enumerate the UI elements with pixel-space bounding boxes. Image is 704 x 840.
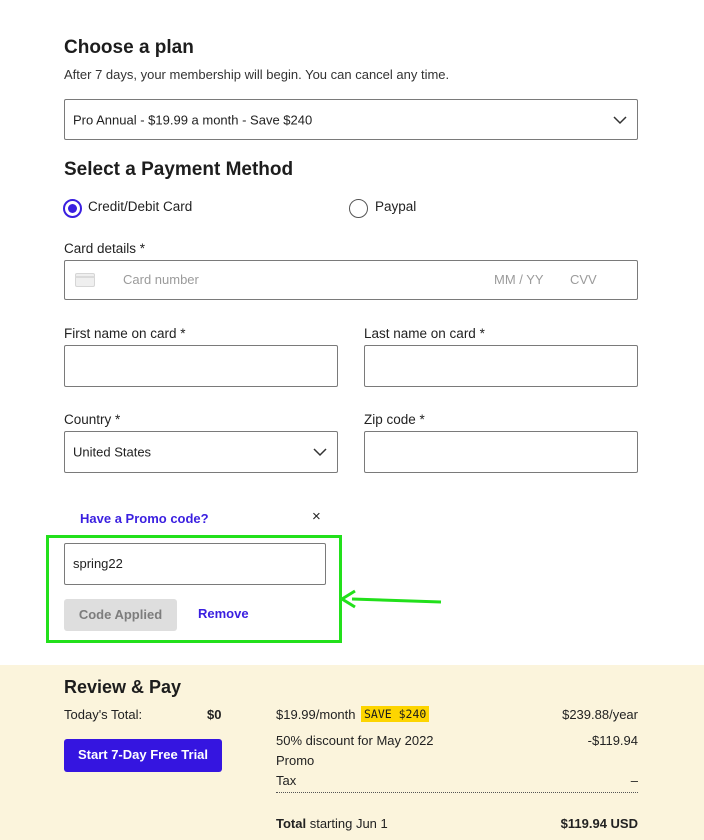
promo-code-link[interactable]: Have a Promo code? (80, 511, 209, 526)
first-name-field[interactable] (64, 345, 338, 387)
save-badge: SAVE $240 (361, 706, 430, 722)
todays-total-value: $0 (207, 707, 222, 722)
card-details-label: Card details * (64, 241, 146, 256)
country-label: Country * (64, 412, 121, 427)
chevron-down-icon (613, 115, 627, 124)
promo-label: Promo (276, 753, 315, 768)
remove-promo-button[interactable]: Remove (198, 606, 249, 621)
total-label-rest: starting Jun 1 (306, 816, 388, 831)
radio-credit-card-label: Credit/Debit Card (88, 199, 193, 214)
radio-credit-card-button[interactable] (63, 199, 82, 218)
card-details-field[interactable]: Card number MM / YY CVV (64, 260, 638, 300)
chevron-down-icon (313, 448, 327, 457)
radio-paypal[interactable]: Paypal (349, 199, 449, 221)
plan-select-value: Pro Annual - $19.99 a month - Save $240 (73, 112, 313, 127)
todays-total-label: Today's Total: (64, 707, 143, 722)
last-name-field[interactable] (364, 345, 638, 387)
first-name-label: First name on card * (64, 326, 186, 341)
plan-subtitle: After 7 days, your membership will begin… (64, 67, 450, 82)
review-heading: Review & Pay (64, 677, 182, 697)
review-section: Review & Pay Today's Total: $0 Start 7-D… (0, 665, 704, 840)
plan-select[interactable]: Pro Annual - $19.99 a month - Save $240 (64, 99, 638, 140)
discount-value: -$119.94 (587, 733, 638, 748)
last-name-label: Last name on card * (364, 326, 485, 341)
radio-credit-card[interactable]: Credit/Debit Card (63, 199, 223, 221)
payment-heading: Select a Payment Method (64, 159, 294, 180)
tax-label: Tax (276, 773, 297, 788)
plan-price-value: $239.88/year (562, 707, 638, 722)
plan-price-line: $19.99/month (276, 707, 356, 722)
promo-code-field[interactable]: spring22 (64, 543, 326, 585)
country-select[interactable]: United States (64, 431, 338, 473)
expiry-placeholder[interactable]: MM / YY (494, 272, 544, 287)
code-applied-button: Code Applied (64, 599, 177, 631)
close-icon[interactable]: × (312, 508, 321, 525)
tax-value: – (630, 773, 638, 788)
radio-paypal-label: Paypal (375, 199, 417, 214)
total-label-bold: Total (276, 816, 307, 831)
radio-paypal-button[interactable] (349, 199, 368, 218)
country-select-value: United States (73, 444, 152, 460)
credit-card-icon (75, 273, 95, 287)
total-label: Total starting Jun 1 (276, 816, 388, 831)
zip-label: Zip code * (364, 412, 425, 427)
zip-field[interactable] (364, 431, 638, 473)
card-number-placeholder[interactable]: Card number (123, 272, 199, 287)
plan-heading: Choose a plan (64, 37, 194, 58)
cvv-placeholder[interactable]: CVV (570, 272, 597, 287)
promo-code-value: spring22 (73, 556, 123, 571)
divider (276, 792, 638, 793)
start-trial-button[interactable]: Start 7-Day Free Trial (64, 739, 222, 772)
total-value: $119.94 USD (560, 816, 638, 831)
arrow-left-annotation (339, 589, 442, 609)
discount-label: 50% discount for May 2022 (276, 733, 434, 748)
